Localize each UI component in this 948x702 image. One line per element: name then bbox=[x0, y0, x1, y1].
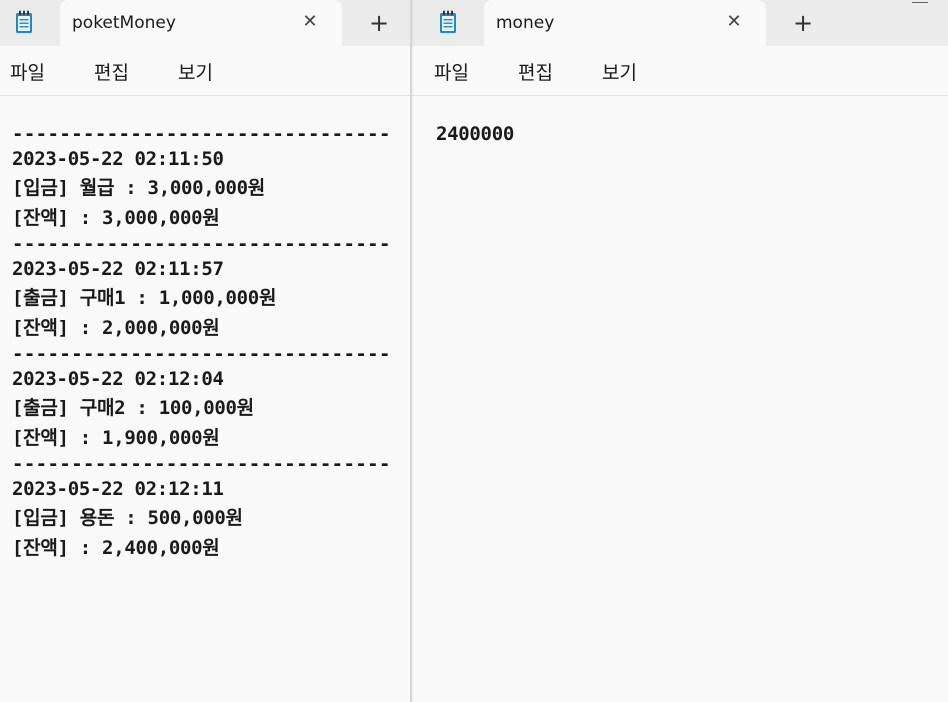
balance-line: [잔액] : 2,400,000원 bbox=[12, 537, 220, 559]
window-divider bbox=[410, 0, 412, 702]
tab-bar: money ✕ + bbox=[412, 0, 948, 46]
close-icon[interactable]: ✕ bbox=[298, 10, 322, 34]
separator-line: -------------------------------- bbox=[12, 233, 391, 255]
menu-file[interactable]: 파일 bbox=[10, 58, 45, 85]
close-icon[interactable]: ✕ bbox=[722, 10, 746, 34]
separator-line: -------------------------------- bbox=[12, 453, 391, 475]
tab-title: money bbox=[496, 13, 555, 33]
separator-line: -------------------------------- bbox=[12, 123, 391, 145]
balance-line: [잔액] : 1,900,000원 bbox=[12, 427, 220, 449]
notepad-window-money: money ✕ + 파일 편집 보기 2400000 bbox=[412, 0, 948, 702]
timestamp-line: 2023-05-22 02:11:57 bbox=[12, 258, 224, 280]
menu-edit[interactable]: 편집 bbox=[94, 58, 129, 85]
menu-bar: 파일 편집 보기 bbox=[412, 46, 948, 96]
tab-bar: poketMoney ✕ + bbox=[0, 0, 410, 46]
minimize-icon[interactable] bbox=[912, 2, 928, 3]
menu-bar: 파일 편집 보기 bbox=[0, 46, 410, 96]
text-editor[interactable]: -------------------------------- 2023-05… bbox=[0, 96, 410, 702]
timestamp-line: 2023-05-22 02:12:04 bbox=[12, 368, 224, 390]
notepad-icon bbox=[440, 10, 456, 33]
tab-title: poketMoney bbox=[72, 13, 176, 33]
menu-view[interactable]: 보기 bbox=[178, 58, 213, 85]
transaction-line: [출금] 구매2 : 100,000원 bbox=[12, 397, 254, 419]
tab-poketmoney[interactable]: poketMoney ✕ bbox=[60, 0, 342, 46]
separator-line: -------------------------------- bbox=[12, 343, 391, 365]
transaction-line: [입금] 월급 : 3,000,000원 bbox=[12, 177, 265, 199]
menu-view[interactable]: 보기 bbox=[602, 58, 637, 85]
transaction-line: [출금] 구매1 : 1,000,000원 bbox=[12, 287, 277, 309]
notepad-window-poketmoney: poketMoney ✕ + 파일 편집 보기 ----------------… bbox=[0, 0, 410, 702]
plus-icon[interactable]: + bbox=[365, 10, 393, 38]
balance-line: [잔액] : 3,000,000원 bbox=[12, 207, 220, 229]
notepad-icon bbox=[16, 10, 32, 33]
text-editor[interactable]: 2400000 bbox=[412, 96, 948, 702]
timestamp-line: 2023-05-22 02:12:11 bbox=[12, 478, 224, 500]
transaction-line: [입금] 용돈 : 500,000원 bbox=[12, 507, 243, 529]
menu-edit[interactable]: 편집 bbox=[518, 58, 553, 85]
content-line: 2400000 bbox=[436, 123, 514, 145]
tab-money[interactable]: money ✕ bbox=[484, 0, 766, 46]
balance-line: [잔액] : 2,000,000원 bbox=[12, 317, 220, 339]
timestamp-line: 2023-05-22 02:11:50 bbox=[12, 148, 224, 170]
menu-file[interactable]: 파일 bbox=[434, 58, 469, 85]
plus-icon[interactable]: + bbox=[789, 10, 817, 38]
